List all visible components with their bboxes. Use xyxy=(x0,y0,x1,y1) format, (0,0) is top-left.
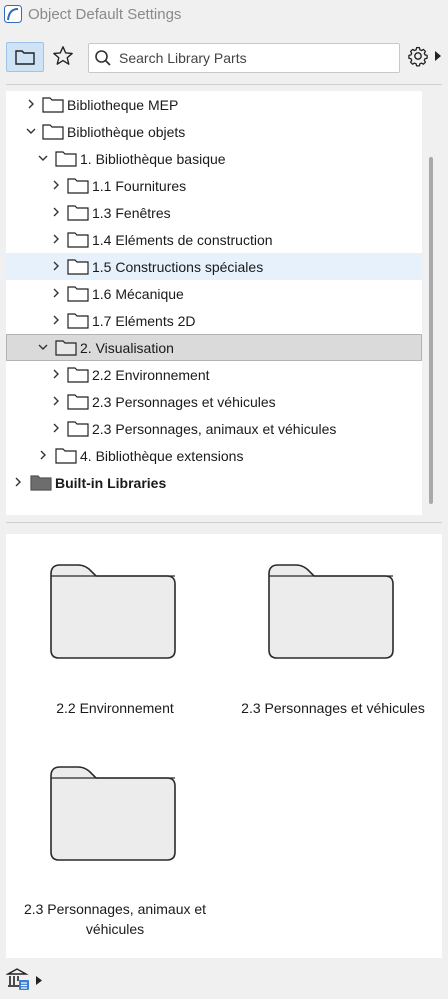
tree-item-label: 2.3 Personnages, animaux et véhicules xyxy=(92,421,337,437)
folder-icon xyxy=(67,421,89,437)
bottom-bar xyxy=(0,960,448,999)
folder-icon xyxy=(67,232,89,248)
builtin-folder-icon xyxy=(30,475,52,491)
folder-icon xyxy=(50,564,176,659)
chevron-right-icon[interactable] xyxy=(51,423,61,433)
folder-icon xyxy=(42,124,64,140)
folder-icon xyxy=(55,340,77,356)
folder-icon xyxy=(67,394,89,410)
chevron-down-icon[interactable] xyxy=(38,153,48,163)
chevron-right-icon[interactable] xyxy=(51,234,61,244)
folder-tile-label: 2.3 Personnages, animaux et véhicules xyxy=(23,901,207,937)
tree-item[interactable]: 1.7 Eléments 2D xyxy=(6,307,422,334)
star-icon xyxy=(53,46,73,65)
search-box xyxy=(88,43,400,73)
folder-tile-label: 2.2 Environnement xyxy=(56,700,174,716)
library-icon[interactable] xyxy=(6,967,30,991)
tree-item[interactable]: Built-in Libraries xyxy=(6,469,422,496)
toolbar-divider xyxy=(6,84,442,85)
tree-item-label: 1.7 Eléments 2D xyxy=(92,313,196,329)
tree-item-label: 1.5 Constructions spéciales xyxy=(92,259,264,275)
tree-item[interactable]: 2.3 Personnages, animaux et véhicules xyxy=(6,415,422,442)
tree-item[interactable]: 1. Bibliothèque basique xyxy=(6,145,422,172)
folder-tile[interactable]: 2.3 Personnages, animaux et véhicules xyxy=(6,734,224,954)
chevron-right-icon[interactable] xyxy=(51,261,61,271)
tree-item-label: Bibliothèque objets xyxy=(67,124,186,140)
toolbar xyxy=(0,38,448,80)
tree-item[interactable]: Bibliotheque MEP xyxy=(6,91,422,118)
app-logo-icon xyxy=(4,5,22,23)
folder-tile[interactable]: 2.2 Environnement xyxy=(6,534,224,734)
chevron-right-icon[interactable] xyxy=(51,288,61,298)
chevron-right-icon[interactable] xyxy=(26,99,36,109)
folder-icon xyxy=(268,564,394,659)
folder-icon xyxy=(67,259,89,275)
chevron-right-icon[interactable] xyxy=(51,396,61,406)
folder-icon xyxy=(50,766,176,861)
gear-icon xyxy=(408,46,428,67)
tree-item[interactable]: 1.4 Eléments de construction xyxy=(6,226,422,253)
chevron-right-icon[interactable] xyxy=(51,207,61,217)
tree-item-label: 1.3 Fenêtres xyxy=(92,205,171,221)
library-tree: Bibliotheque MEP Bibliothèque objets 1. … xyxy=(6,91,422,515)
tree-item-selected[interactable]: 2. Visualisation xyxy=(6,334,422,361)
tree-item[interactable]: 4. Bibliothèque extensions xyxy=(6,442,422,469)
tree-item[interactable]: 1.3 Fenêtres xyxy=(6,199,422,226)
chevron-down-icon[interactable] xyxy=(26,126,36,136)
tree-item-label: 2.3 Personnages et véhicules xyxy=(92,394,276,410)
tree-item-label: 2.2 Environnement xyxy=(92,367,210,383)
tree-item-label: 1. Bibliothèque basique xyxy=(80,151,226,167)
tree-item[interactable]: Bibliothèque objets xyxy=(6,118,422,145)
chevron-right-icon[interactable] xyxy=(13,477,23,487)
folder-icon xyxy=(67,286,89,302)
tree-item-label: 1.4 Eléments de construction xyxy=(92,232,273,248)
folder-icon xyxy=(55,448,77,464)
search-icon xyxy=(95,50,111,66)
tree-item[interactable]: 1.1 Fournitures xyxy=(6,172,422,199)
folder-icon xyxy=(67,205,89,221)
caret-right-icon[interactable] xyxy=(36,976,42,985)
folder-icon xyxy=(55,151,77,167)
folder-icon xyxy=(15,50,35,65)
folder-icon xyxy=(67,367,89,383)
folder-tile-label: 2.3 Personnages et véhicules xyxy=(241,700,425,716)
tree-item[interactable]: 2.3 Personnages et véhicules xyxy=(6,388,422,415)
chevron-right-icon[interactable] xyxy=(51,369,61,379)
folder-icon xyxy=(42,97,64,113)
folder-tile[interactable]: 2.3 Personnages et véhicules xyxy=(224,534,442,734)
chevron-down-icon[interactable] xyxy=(38,342,48,352)
window-title: Object Default Settings xyxy=(28,6,182,23)
settings-button[interactable] xyxy=(404,42,444,70)
tree-scrollbar[interactable] xyxy=(429,157,433,504)
title-bar: Object Default Settings xyxy=(0,0,448,30)
folder-view-button[interactable] xyxy=(6,42,44,72)
favorites-button[interactable] xyxy=(45,42,81,70)
tree-item[interactable]: 2.2 Environnement xyxy=(6,361,422,388)
folder-icon xyxy=(67,178,89,194)
search-input[interactable] xyxy=(117,47,396,69)
folder-grid: 2.2 Environnement 2.3 Personnages et véh… xyxy=(6,534,442,958)
tree-item-label: 1.1 Fournitures xyxy=(92,178,187,194)
chevron-right-icon[interactable] xyxy=(51,180,61,190)
panel-splitter[interactable] xyxy=(6,522,442,523)
folder-icon xyxy=(67,313,89,329)
tree-item-label: Bibliotheque MEP xyxy=(67,97,179,113)
tree-item[interactable]: 1.5 Constructions spéciales xyxy=(6,253,422,280)
chevron-right-icon[interactable] xyxy=(38,450,48,460)
tree-item-label: 4. Bibliothèque extensions xyxy=(80,448,244,464)
tree-item[interactable]: 1.6 Mécanique xyxy=(6,280,422,307)
tree-item-label: Built-in Libraries xyxy=(55,475,167,491)
chevron-right-icon[interactable] xyxy=(51,315,61,325)
tree-item-label: 2. Visualisation xyxy=(80,340,174,356)
caret-right-icon xyxy=(435,51,441,61)
tree-item-label: 1.6 Mécanique xyxy=(92,286,184,302)
